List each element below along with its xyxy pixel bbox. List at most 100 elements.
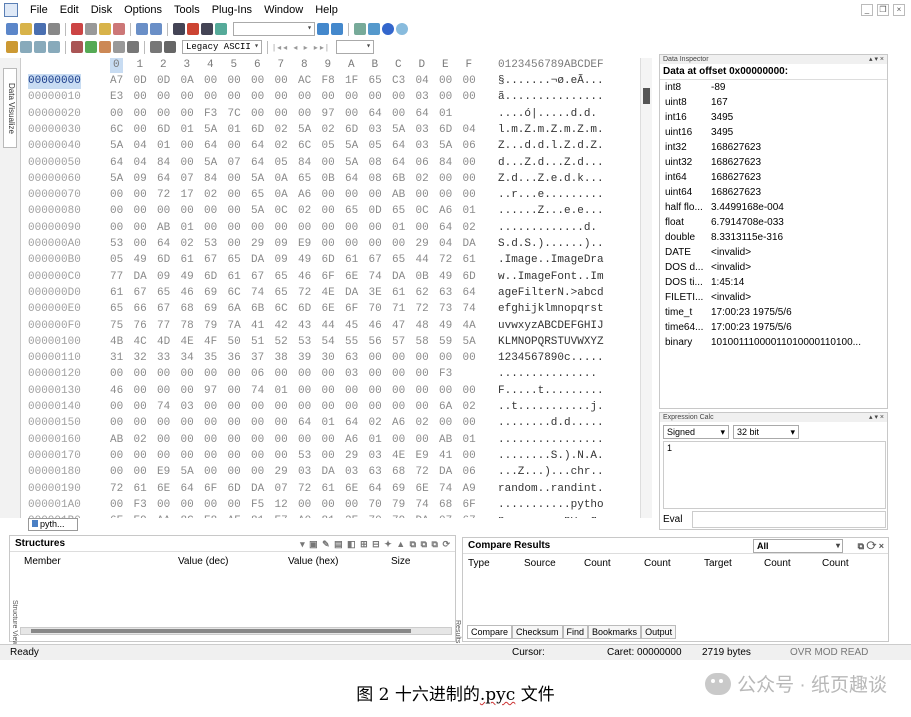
hex-byte[interactable]: DA [392,270,405,285]
hex-byte[interactable]: 4B [110,335,123,350]
hex-byte[interactable]: 00 [134,416,147,431]
text-cell[interactable]: 1234567890c..... [498,351,604,366]
hex-byte[interactable]: 4E [392,449,405,464]
hex-byte[interactable]: 00 [322,433,335,448]
hex-byte[interactable]: 00 [416,188,429,203]
hex-byte[interactable]: 00 [322,367,335,382]
hex-byte[interactable]: 0A [275,188,288,203]
hex-byte[interactable]: 00 [204,449,217,464]
hex-byte[interactable]: 5A [392,123,405,138]
hex-vertical-scrollbar[interactable] [640,58,652,518]
hex-byte[interactable]: 00 [251,416,264,431]
text-cell[interactable]: S.d.S.)......).. [498,237,604,252]
hex-byte[interactable]: 4F [204,335,217,350]
hex-byte[interactable]: 71 [392,302,405,317]
hex-byte[interactable]: 62 [416,286,429,301]
hex-byte[interactable]: 02 [369,416,382,431]
hex-byte[interactable]: 4A [463,319,476,334]
hex-byte[interactable]: 74 [369,270,382,285]
hex-byte[interactable]: 64 [110,156,123,171]
scroll-thumb[interactable] [643,88,650,104]
hex-byte[interactable]: 03 [416,123,429,138]
hex-byte[interactable]: 64 [416,107,429,122]
hex-byte[interactable]: 01 [157,139,170,154]
hex-byte[interactable]: 4E [322,286,335,301]
inspector-row[interactable]: time64... 17:00:23 1975/5/6 [660,320,887,335]
hex-byte[interactable]: 64 [251,139,264,154]
hex-byte[interactable]: 03 [416,90,429,105]
hex-byte[interactable]: 79 [392,514,405,518]
hex-byte[interactable]: 00 [369,384,382,399]
hex-byte[interactable]: 84 [204,172,217,187]
save-icon[interactable] [34,23,46,35]
hex-byte[interactable]: 00 [181,498,194,513]
hex-byte[interactable]: 00 [275,107,288,122]
hex-byte[interactable]: 00 [134,400,147,415]
hex-byte[interactable]: 6A [439,400,452,415]
print-icon[interactable] [48,23,60,35]
hex-byte[interactable]: 57 [392,335,405,350]
hex-byte[interactable]: 00 [345,221,358,236]
hex-byte[interactable]: 06 [251,367,264,382]
nav-combo[interactable]: ▾ [335,40,374,54]
hex-byte[interactable]: 79 [392,498,405,513]
hex-byte[interactable]: 00 [463,384,476,399]
hex-byte[interactable]: 00 [369,221,382,236]
hex-byte[interactable]: AB [392,188,405,203]
hex-byte[interactable]: 72 [439,253,452,268]
hex-byte[interactable]: 01 [369,433,382,448]
hex-byte[interactable]: 74 [463,302,476,317]
hex-byte[interactable]: 44 [322,319,335,334]
hex-byte[interactable]: F3 [439,367,452,382]
hex-byte[interactable]: 02 [416,172,429,187]
col-member[interactable]: Member [24,556,61,567]
hex-byte[interactable]: 5A [345,156,358,171]
hex-row[interactable]: 00000020 00 00 00 00 F3 7C 00 00 00 97 00 64 00 64 01..… [22,107,658,122]
hex-byte[interactable]: 49 [298,253,311,268]
hex-byte[interactable]: 6B [392,172,405,187]
hex-byte[interactable]: 00 [157,498,170,513]
inspector-value[interactable]: 6.7914708e-033 [711,215,881,230]
hex-row[interactable]: 00000040 5A 04 01 00 64 00 64 02 6C 05 5A 05 64 03 5A 06… [22,139,658,154]
hex-byte[interactable]: 73 [439,302,452,317]
hex-byte[interactable]: 03 [181,400,194,415]
hex-byte[interactable]: 97 [322,107,335,122]
hex-byte[interactable]: 56 [369,335,382,350]
hex-byte[interactable]: 00 [204,498,217,513]
hex-byte[interactable]: 6C [110,123,123,138]
hex-byte[interactable]: A6 [345,433,358,448]
hex-byte[interactable]: 6C [298,139,311,154]
text-cell[interactable]: ageFilterN.>abcd [498,286,604,301]
hex-byte[interactable]: 00 [251,449,264,464]
inspector-value[interactable]: 167 [711,95,881,110]
inspector-row[interactable]: int8 -89 [660,80,887,95]
hex-byte[interactable]: 6C [275,302,288,317]
text-cell[interactable]: ........S.).N.A. [498,449,604,464]
hex-byte[interactable]: 08 [369,156,382,171]
hex-byte[interactable]: 01 [228,123,241,138]
inspector-row[interactable]: time_t 17:00:23 1975/5/6 [660,305,887,320]
text-cell[interactable]: ...........pytho [498,498,604,513]
nav-arrows-icon[interactable]: |◂◂ ◂ ▸ ▸▸| [273,43,330,52]
hex-byte[interactable]: 44 [416,253,429,268]
hex-byte[interactable]: 74 [251,286,264,301]
hex-byte[interactable]: 00 [463,156,476,171]
hex-byte[interactable]: 63 [369,465,382,480]
hex-byte[interactable]: 70 [369,302,382,317]
hex-byte[interactable]: 68 [439,498,452,513]
hex-byte[interactable]: 04 [439,237,452,252]
inspector-value[interactable]: 3495 [711,125,881,140]
view-icon[interactable] [20,41,32,53]
hex-row[interactable]: 00000030 6C 00 6D 01 5A 01 6D 02 5A 02 6D 03 5A 03 6D 04… [22,123,658,138]
hex-byte[interactable]: 49 [439,319,452,334]
hex-byte[interactable]: 00 [322,400,335,415]
hex-byte[interactable]: 00 [157,449,170,464]
hex-byte[interactable]: 00 [110,498,123,513]
hex-byte[interactable]: 65 [392,204,405,219]
hex-byte[interactable]: 29 [345,449,358,464]
hex-byte[interactable]: 00 [345,90,358,105]
next-icon[interactable] [331,23,343,35]
hex-byte[interactable]: 39 [298,351,311,366]
hex-byte[interactable]: 00 [157,416,170,431]
hex-byte[interactable]: 05 [369,139,382,154]
